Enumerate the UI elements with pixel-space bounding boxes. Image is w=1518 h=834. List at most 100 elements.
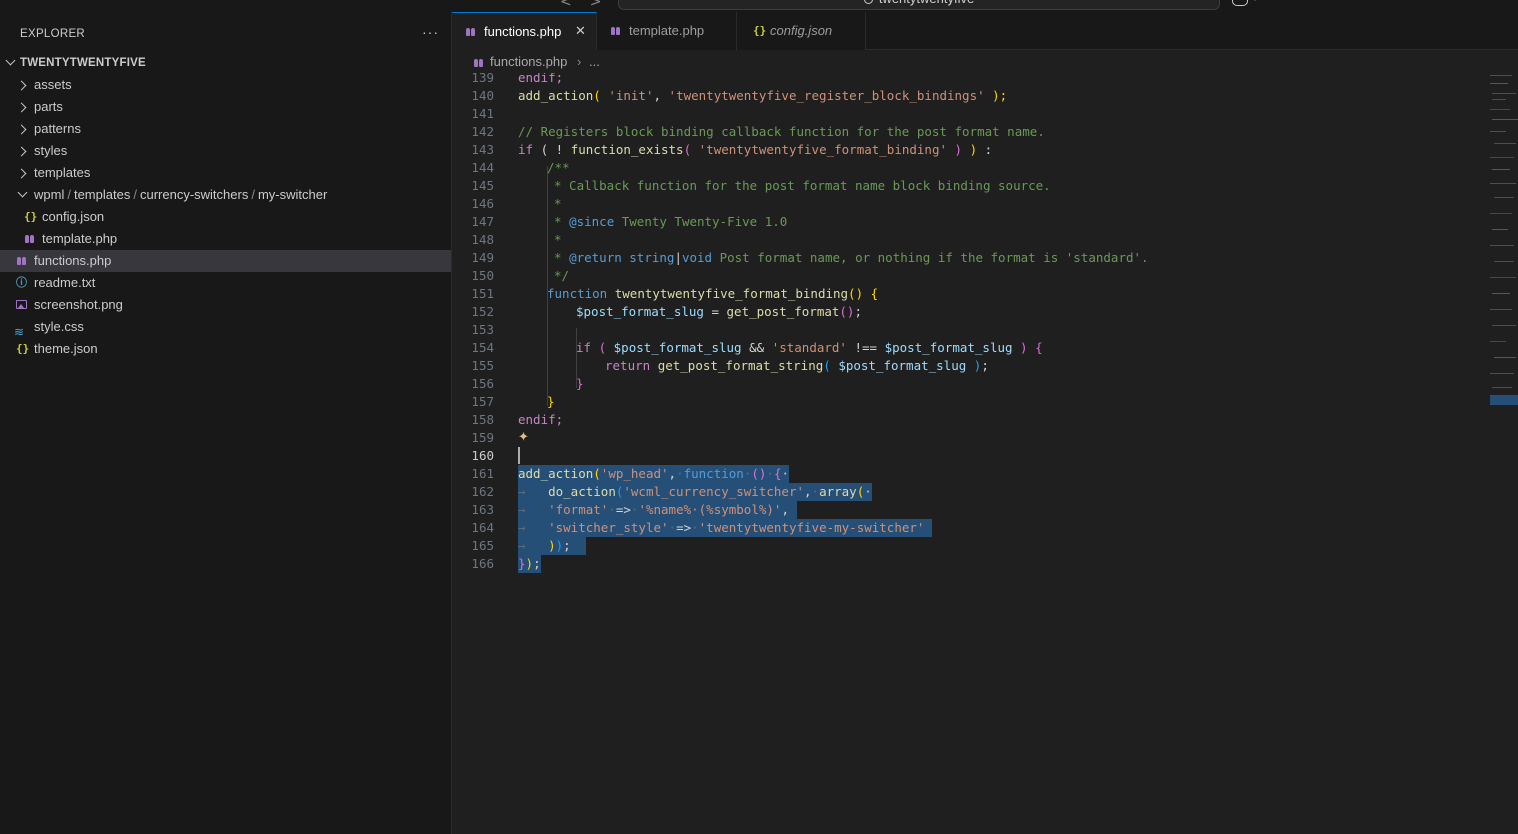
token: $post_format_slug <box>613 340 742 355</box>
php-file-icon <box>25 235 35 243</box>
chevron-down-icon[interactable]: ▾ <box>1253 0 1257 3</box>
line-code: * @since Twenty Twenty-Five 1.0 <box>554 214 788 229</box>
line-number: 157 <box>471 394 494 409</box>
command-center-search[interactable]: twentytwentyfive <box>618 0 1220 10</box>
line-number: 164 <box>471 520 494 535</box>
token: → <box>518 520 526 535</box>
line-code: * @return string|void Post format name, … <box>554 250 1149 265</box>
file-label: config.json <box>42 209 105 224</box>
php-file-icon <box>474 59 484 67</box>
tree-file-theme-json[interactable]: {} theme.json <box>0 338 451 360</box>
tree-file-screenshot-png[interactable]: screenshot.png <box>0 294 451 316</box>
tree-folder-patterns[interactable]: patterns <box>0 118 451 140</box>
line-number: 155 <box>471 358 494 373</box>
token: $post_format_slug <box>838 358 967 373</box>
code-line: 151 function twentytwentyfive_format_bind… <box>452 285 1480 303</box>
folder-label: styles <box>34 143 68 158</box>
sparkle-icon[interactable]: ✦ <box>518 429 529 447</box>
code-editor[interactable]: 139 endif; 140 add_action( 'init', 'twenty… <box>452 73 1480 834</box>
token: 'format' <box>548 502 609 517</box>
line-number: 146 <box>471 196 494 211</box>
tree-file-config-json[interactable]: {} config.json <box>0 206 451 228</box>
line-number: 152 <box>471 304 494 319</box>
navigation-arrows[interactable]: <> <box>560 0 619 10</box>
folder-label: parts <box>34 99 63 114</box>
tree-file-readme-txt[interactable]: ⓘ readme.txt <box>0 272 451 294</box>
tree-file-functions-php[interactable]: functions.php <box>0 250 451 272</box>
breadcrumb-file[interactable]: functions.php <box>490 51 567 73</box>
tree-folder-parts[interactable]: parts <box>0 96 451 118</box>
code-line: 158 endif; <box>452 411 1480 429</box>
code-line: 139 endif; <box>452 73 1480 87</box>
chevron-right-icon: › <box>577 54 582 69</box>
close-icon[interactable]: ✕ <box>575 13 586 51</box>
path-segment[interactable]: wpml <box>34 187 64 202</box>
token: , <box>653 88 669 103</box>
folder-label: TWENTYTWENTYFIVE <box>20 57 146 69</box>
line-number: 143 <box>471 142 494 157</box>
back-arrow-icon[interactable]: < <box>560 0 590 10</box>
code-line: 163 → 'format'·=>·'%name%·(%symbol%)', <box>452 501 1480 519</box>
line-number: 165 <box>471 538 494 553</box>
forward-arrow-icon[interactable]: > <box>590 0 620 10</box>
token: | <box>674 250 682 265</box>
explorer-title: EXPLORER <box>20 28 86 40</box>
token: ) <box>548 538 556 553</box>
token: ( <box>593 466 601 481</box>
tree-folder-styles[interactable]: styles <box>0 140 451 162</box>
token: 'twentytwentyfive_format_binding' <box>698 142 948 157</box>
token: 'switcher_style' <box>548 520 669 535</box>
line-number: 158 <box>471 412 494 427</box>
image-file-icon <box>16 300 27 309</box>
token: · <box>811 484 820 499</box>
search-text: twentytwentyfive <box>879 0 974 6</box>
tree-folder-templates[interactable]: templates <box>0 162 451 184</box>
chevron-right-icon <box>16 168 27 179</box>
tree-folder-wpml-path[interactable]: wpml / templates / currency-switchers / my-swi… <box>0 184 451 206</box>
tab-template-php[interactable]: template.php <box>597 12 737 50</box>
more-actions-icon[interactable]: ··· <box>422 24 439 40</box>
code-line: 148 * <box>452 231 1480 249</box>
code-line: 162 → do_action('wcml_currency_switcher',… <box>452 483 1480 501</box>
token: ) <box>525 556 534 571</box>
chevron-right-icon <box>16 124 27 135</box>
token: () <box>839 304 855 319</box>
text-cursor <box>518 447 520 465</box>
tab-label: config.json <box>770 23 833 38</box>
tree-file-template-php[interactable]: template.php <box>0 228 451 250</box>
code-line: 141 <box>452 105 1480 123</box>
line-number: 142 <box>471 124 494 139</box>
path-segment[interactable]: my-switcher <box>258 187 327 202</box>
token: '%name%·(%symbol%)' <box>638 502 782 517</box>
line-code: * <box>554 196 562 211</box>
token: Twenty Twenty-Five 1.0 <box>614 214 788 229</box>
path-segment[interactable]: templates <box>74 187 130 202</box>
token: ( ! <box>533 142 571 157</box>
token: $post_format_slug <box>884 340 1013 355</box>
token: => <box>676 520 692 535</box>
line-code: }); <box>518 555 541 573</box>
tab-config-json[interactable]: {} config.json <box>737 12 866 50</box>
code-line: 157} <box>452 393 1480 411</box>
breadcrumb-symbols[interactable]: ... <box>589 51 600 73</box>
line-number: 153 <box>471 322 494 337</box>
file-label: template.php <box>42 231 118 246</box>
token: { <box>863 286 879 301</box>
tree-root-folder[interactable]: TWENTYTWENTYFIVE <box>0 52 451 74</box>
line-number: 140 <box>471 88 494 103</box>
token: if <box>576 340 592 355</box>
token: 'init' <box>608 88 654 103</box>
token: Post format name, or nothing if the form… <box>712 250 1149 265</box>
tree-folder-assets[interactable]: assets <box>0 74 451 96</box>
token: $post_format_slug <box>576 304 704 319</box>
token: 'wcml_currency_switcher' <box>623 484 804 499</box>
path-segment[interactable]: currency-switchers <box>140 187 248 202</box>
code-line: 146 * <box>452 195 1480 213</box>
minimap[interactable] <box>1480 73 1518 834</box>
copilot-icon[interactable] <box>1232 0 1248 6</box>
tree-file-style-css[interactable]: ≋ style.css <box>0 316 451 339</box>
tab-functions-php[interactable]: functions.php ✕ <box>452 12 597 50</box>
